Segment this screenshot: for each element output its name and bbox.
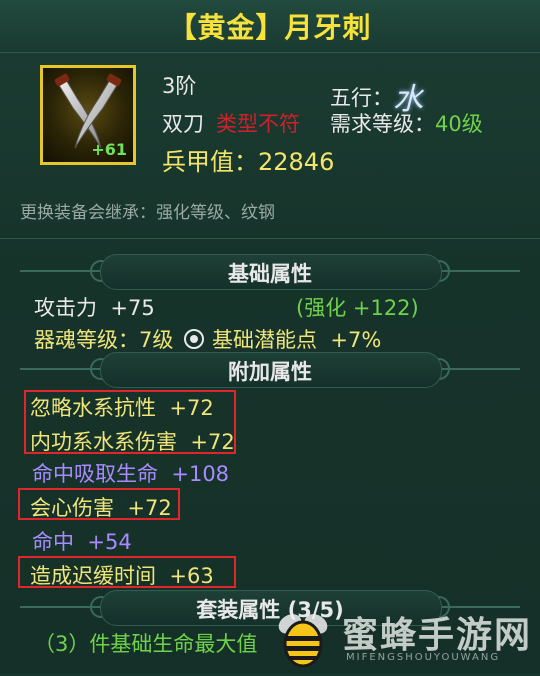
- set-bonus: （3）件基础生命最大值: [34, 632, 258, 656]
- potential-row: 基础潜能点 +7%: [176, 324, 381, 354]
- power-value: 22846: [258, 148, 335, 176]
- enhance-bonus: (强化 +122): [296, 296, 419, 320]
- item-icon: +61: [40, 65, 136, 165]
- item-tier: 3阶: [162, 74, 197, 98]
- attack-label: 攻击力: [34, 296, 97, 320]
- required-level: 需求等级：40级: [330, 108, 483, 138]
- req-level-value: 40级: [435, 112, 483, 136]
- extra-attr-row: 命中 +54: [32, 526, 132, 556]
- power-label: 兵甲值：: [162, 148, 258, 176]
- bullet-dot-icon: [184, 329, 204, 349]
- extra-attr-value: +54: [87, 530, 132, 554]
- extra-attr-value: +108: [171, 462, 230, 486]
- weapon-type: 双刀: [162, 112, 204, 136]
- soul-level: 器魂等级：7级: [34, 328, 174, 352]
- extra-attr-header: 附加属性: [0, 352, 540, 388]
- highlight-box: [24, 390, 236, 454]
- type-mismatch: 类型不符: [216, 112, 300, 136]
- item-enhance-badge: +61: [91, 140, 127, 159]
- item-title: 【黄金】月牙刺: [168, 11, 372, 44]
- req-level-label: 需求等级：: [330, 112, 435, 136]
- watermark-subtext: MIFENGSHOUYOUWANG: [346, 652, 501, 663]
- extra-attr-label: 命中吸取生命: [32, 462, 158, 486]
- element-label: 五行：: [330, 86, 393, 110]
- divider: [0, 238, 540, 239]
- item-tooltip: 【黄金】月牙刺 +61 3阶 五行：水 双刀 类型不符 需求等级：40级 兵甲值…: [0, 0, 540, 673]
- attack-value: +75: [110, 296, 155, 320]
- extra-attr-row: 命中吸取生命 +108: [32, 458, 229, 488]
- bee-logo-icon: [278, 614, 328, 668]
- extra-attr-title: 附加属性: [228, 360, 312, 384]
- power-row: 兵甲值：22846: [162, 142, 334, 177]
- attack-row: 攻击力 +75: [34, 292, 155, 322]
- base-attr-title: 基础属性: [228, 262, 312, 286]
- extra-attr-label: 命中: [32, 530, 74, 554]
- potential-value: +7%: [330, 328, 382, 352]
- inherit-note: 更换装备会继承：强化等级、纹钢: [20, 203, 275, 223]
- title-bar: 【黄金】月牙刺: [0, 0, 540, 53]
- watermark-text: 蜜蜂手游网: [342, 615, 533, 656]
- watermark: 蜜蜂手游网 MIFENGSHOUYOUWANG: [268, 602, 540, 673]
- potential-label: 基础潜能点: [212, 328, 317, 352]
- highlight-box: [18, 488, 180, 520]
- base-attr-header: 基础属性: [0, 254, 540, 290]
- highlight-box: [18, 556, 236, 588]
